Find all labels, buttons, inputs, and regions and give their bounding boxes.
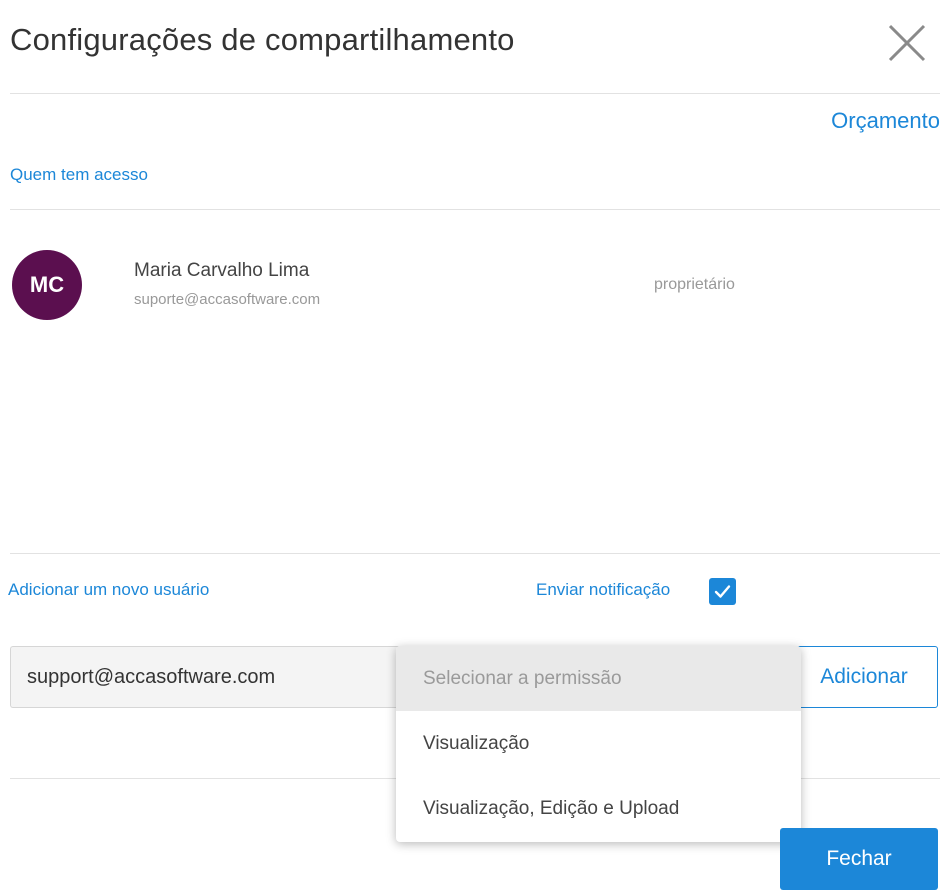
permission-dropdown[interactable]: Selecionar a permissão Visualização Visu… <box>396 646 801 842</box>
project-link[interactable]: Orçamento <box>831 108 940 134</box>
close-dialog-button[interactable] <box>884 20 930 66</box>
user-email: suporte@accasoftware.com <box>134 291 321 308</box>
permission-option-view-edit-upload[interactable]: Visualização, Edição e Upload <box>396 776 801 841</box>
user-role: proprietário <box>654 276 735 293</box>
add-user-divider <box>10 553 940 554</box>
checkmark-icon <box>714 585 731 598</box>
permission-placeholder: Selecionar a permissão <box>396 646 801 711</box>
close-icon <box>888 24 926 62</box>
header-divider <box>10 93 940 94</box>
add-button[interactable]: Adicionar <box>790 646 938 708</box>
access-divider <box>10 209 940 210</box>
notify-checkbox[interactable] <box>709 578 736 605</box>
permission-option-view[interactable]: Visualização <box>396 711 801 776</box>
fechar-button[interactable]: Fechar <box>780 828 938 890</box>
access-section-label: Quem tem acesso <box>10 165 148 184</box>
email-input[interactable] <box>10 646 410 708</box>
dialog-title: Configurações de compartilhamento <box>10 22 515 57</box>
user-name: Maria Carvalho Lima <box>134 260 310 281</box>
add-user-label: Adicionar um novo usuário <box>8 580 210 599</box>
avatar: MC <box>12 250 82 320</box>
notify-label[interactable]: Enviar notificação <box>536 580 670 600</box>
